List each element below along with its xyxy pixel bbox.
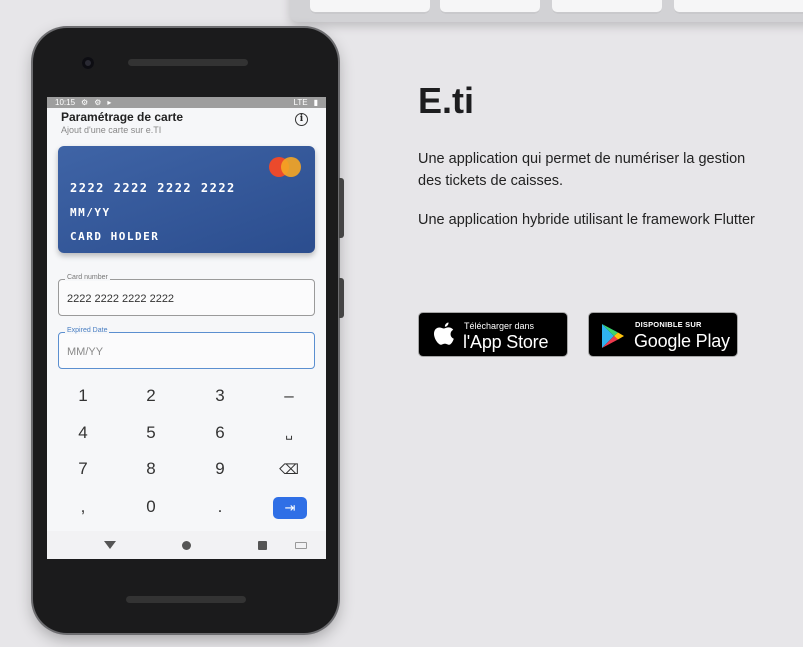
app-framework-note: Une application hybride utilisant le fra… xyxy=(418,212,755,228)
field-label: Expired Date xyxy=(65,327,110,334)
field-placeholder: MM/YY xyxy=(67,346,104,358)
backspace-icon[interactable]: ⌫ xyxy=(269,455,309,483)
status-network: LTE xyxy=(293,98,308,107)
android-nav-bar xyxy=(47,531,326,559)
keypad-key[interactable]: – xyxy=(269,382,309,410)
keypad-key[interactable]: 0 xyxy=(131,493,171,521)
card-holder: CARD HOLDER xyxy=(70,230,160,243)
mastercard-logo-icon xyxy=(269,157,303,177)
keypad-key[interactable]: 2 xyxy=(131,382,171,410)
google-play-button[interactable]: DISPONIBLE SUR Google Play xyxy=(588,312,738,357)
settings-icon: ⚙ xyxy=(81,98,89,107)
store-small-text: DISPONIBLE SUR xyxy=(635,320,702,329)
keypad-key[interactable]: 8 xyxy=(131,455,171,483)
keyboard-decoration xyxy=(290,0,803,22)
keypad-key[interactable]: , xyxy=(63,493,103,521)
settings-icon: ⚙ xyxy=(94,98,102,107)
expiry-date-field[interactable]: Expired Date MM/YY xyxy=(58,327,315,369)
field-value: 2222 2222 2222 2222 xyxy=(67,293,175,305)
phone-camera xyxy=(82,57,94,69)
card-number-field[interactable]: Card number 2222 2222 2222 2222 xyxy=(58,274,315,316)
apple-icon xyxy=(434,322,454,345)
keyboard-icon[interactable] xyxy=(295,542,307,549)
store-big-text: l'App Store xyxy=(463,332,549,352)
keypad-key[interactable]: 6 xyxy=(200,419,240,447)
keyboard-key xyxy=(552,0,662,14)
keypad-key[interactable]: . xyxy=(200,493,240,521)
phone-speaker xyxy=(128,59,248,66)
store-big-text: Google Play xyxy=(634,331,730,351)
recents-icon[interactable] xyxy=(258,541,267,550)
store-small-text: Télécharger dans xyxy=(464,321,535,331)
page-subtitle: Ajout d'une carte sur e.TI xyxy=(61,125,162,135)
card-number: 2222 2222 2222 2222 xyxy=(70,181,236,195)
page-title: Paramétrage de carte xyxy=(61,110,184,124)
next-key-icon[interactable]: ⇥ xyxy=(273,497,307,519)
home-icon[interactable] xyxy=(182,541,191,550)
keypad-key[interactable]: 1 xyxy=(63,382,103,410)
numeric-keypad: 1 2 3 – 4 5 6 ␣ 7 8 9 ⌫ , 0 . ⇥ xyxy=(47,379,326,527)
card-expiry: MM/YY xyxy=(70,206,111,219)
phone-power-button xyxy=(339,278,344,318)
battery-icon: ▮ xyxy=(313,98,318,107)
keyboard-key xyxy=(440,0,540,14)
info-icon[interactable]: i xyxy=(295,113,308,126)
app-bar: Paramétrage de carte Ajout d'une carte s… xyxy=(47,108,326,145)
phone-screen: 10:15 ⚙ ⚙ ▸ LTE ▮ Paramétrage de carte A… xyxy=(47,97,326,559)
keypad-key[interactable]: 4 xyxy=(63,419,103,447)
play-icon: ▸ xyxy=(107,98,112,107)
app-title: E.ti xyxy=(418,80,475,121)
field-label: Card number xyxy=(65,274,110,281)
phone-speaker xyxy=(126,596,246,603)
app-store-button[interactable]: Télécharger dans l'App Store xyxy=(418,312,568,357)
app-description: Une application qui permet de numériser … xyxy=(418,151,746,189)
phone-mockup: 10:15 ⚙ ⚙ ▸ LTE ▮ Paramétrage de carte A… xyxy=(33,28,344,633)
back-icon[interactable] xyxy=(104,541,116,549)
keypad-key[interactable]: 7 xyxy=(63,455,103,483)
keyboard-key xyxy=(674,0,803,14)
google-play-icon xyxy=(602,324,624,348)
keypad-key[interactable]: 3 xyxy=(200,382,240,410)
keypad-key[interactable]: 5 xyxy=(131,419,171,447)
status-bar: 10:15 ⚙ ⚙ ▸ LTE ▮ xyxy=(47,97,326,108)
keypad-key[interactable]: 9 xyxy=(200,455,240,483)
keyboard-key xyxy=(310,0,430,14)
phone-volume-button xyxy=(339,178,344,238)
credit-card-preview: 2222 2222 2222 2222 MM/YY CARD HOLDER xyxy=(58,146,315,253)
space-key-icon[interactable]: ␣ xyxy=(269,419,309,447)
status-time: 10:15 xyxy=(55,98,76,107)
